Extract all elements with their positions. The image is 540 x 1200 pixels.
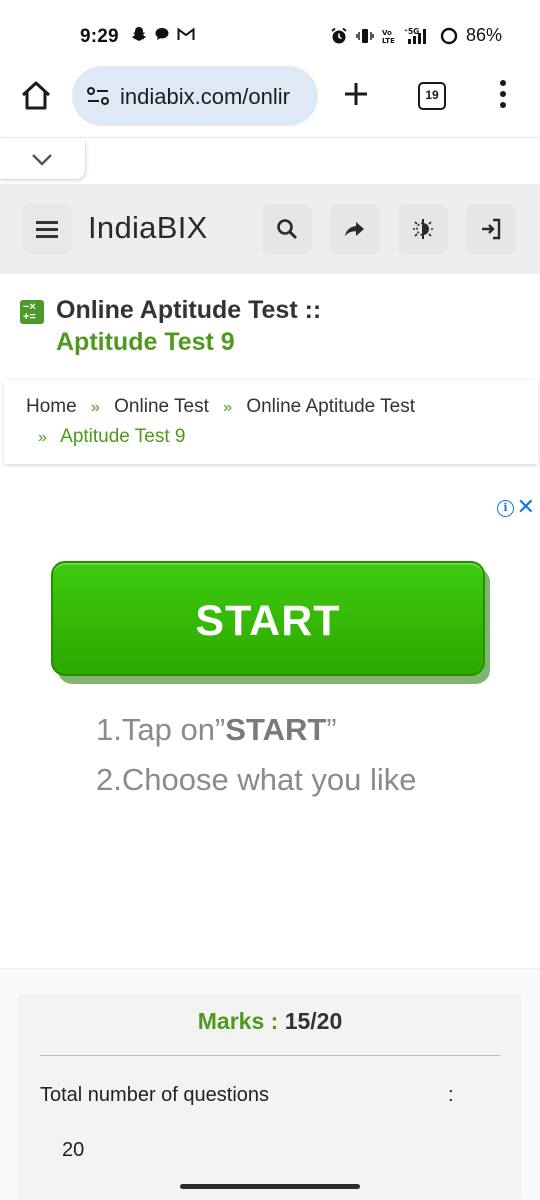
status-time: 9:29 xyxy=(80,26,119,47)
page-title: Online Aptitude Test :: xyxy=(56,296,322,324)
login-icon xyxy=(482,218,501,240)
breadcrumb-separator: » xyxy=(90,399,100,416)
url-text: indiabix.com/onlir xyxy=(120,84,290,109)
marks-label: Marks : xyxy=(197,1008,279,1034)
breadcrumb-online-aptitude-test[interactable]: Online Aptitude Test xyxy=(246,396,415,417)
ad-instruction-2: 2.Choose what you like xyxy=(96,762,417,797)
hamburger-icon xyxy=(36,221,58,224)
chat-bubble-icon xyxy=(155,28,169,40)
divider xyxy=(40,1055,500,1056)
gesture-navigation-bar[interactable] xyxy=(180,1184,360,1189)
alarm-icon xyxy=(331,27,347,43)
marks-summary: Marks : 15/20 xyxy=(18,1008,522,1035)
ad-instruction-1: 1.Tap on”START” xyxy=(96,712,337,747)
collapse-toggle[interactable] xyxy=(0,142,86,180)
breadcrumb-online-test[interactable]: Online Test xyxy=(114,396,209,417)
address-bar[interactable]: indiabix.com/onlir xyxy=(72,66,318,126)
notification-icons xyxy=(131,26,195,42)
chevron-down-icon xyxy=(32,154,52,166)
vibrate-icon xyxy=(356,28,374,43)
results-card: Marks : 15/20 Total number of questions … xyxy=(18,994,522,1200)
theme-toggle-button[interactable] xyxy=(398,204,448,254)
share-button[interactable] xyxy=(330,204,380,254)
tab-switcher-button[interactable]: 19 xyxy=(418,82,446,110)
contrast-icon xyxy=(413,219,433,239)
breadcrumb: Home » Online Test » Online Aptitude Tes… xyxy=(4,380,538,464)
battery-ring-icon xyxy=(440,27,458,44)
breadcrumb-current: Aptitude Test 9 xyxy=(60,426,186,447)
more-vert-icon xyxy=(500,80,506,86)
breadcrumb-separator: » xyxy=(38,429,47,446)
total-questions-value: 20 xyxy=(62,1139,85,1161)
start-button-label: START xyxy=(195,597,341,645)
signal-5g-icon: ⁺5G xyxy=(404,27,426,44)
marks-value: 15/20 xyxy=(284,1008,343,1034)
svg-text:Vo: Vo xyxy=(382,29,392,37)
status-bar: 9:29 Vo LTE ⁺5G 86% xyxy=(0,0,540,62)
overflow-menu-button[interactable] xyxy=(494,80,512,112)
snapchat-icon xyxy=(132,27,146,41)
volte-icon: VoLTE xyxy=(382,29,395,45)
svg-text:⁺5G: ⁺5G xyxy=(404,27,419,36)
svg-text:LTE: LTE xyxy=(382,37,395,45)
total-questions-label: Total number of questions xyxy=(40,1084,270,1106)
ad-close-icon[interactable]: ✕ xyxy=(517,496,535,518)
site-logo[interactable]: IndiaBIX xyxy=(88,210,208,246)
browser-toolbar: indiabix.com/onlir 19 xyxy=(0,62,540,138)
ad-start-button[interactable]: START xyxy=(51,561,485,676)
page-subtitle: Aptitude Test 9 xyxy=(56,328,235,356)
gmail-icon xyxy=(177,27,195,40)
ad-info-icon[interactable]: i xyxy=(497,500,514,517)
ad-banner[interactable]: i ✕ START 1.Tap on”START” 2.Choose what … xyxy=(0,486,540,962)
search-button[interactable] xyxy=(262,204,312,254)
collapse-strip xyxy=(0,138,540,184)
total-questions-colon: : xyxy=(448,1084,454,1106)
home-button[interactable] xyxy=(18,78,54,114)
share-arrow-icon xyxy=(345,222,364,236)
battery-level: 86% xyxy=(465,25,502,45)
breadcrumb-home[interactable]: Home xyxy=(26,396,77,417)
calculator-icon: −× += xyxy=(20,300,44,324)
new-tab-button[interactable] xyxy=(340,76,372,112)
plus-icon xyxy=(345,83,367,105)
site-menu-button[interactable] xyxy=(22,204,72,254)
site-header: IndiaBIX xyxy=(0,184,540,274)
site-settings-icon[interactable] xyxy=(86,84,110,108)
search-icon xyxy=(277,219,297,239)
login-button[interactable] xyxy=(466,204,516,254)
system-icons: Vo LTE ⁺5G 86% xyxy=(330,25,502,46)
breadcrumb-separator: » xyxy=(223,399,233,416)
home-icon xyxy=(21,81,51,110)
